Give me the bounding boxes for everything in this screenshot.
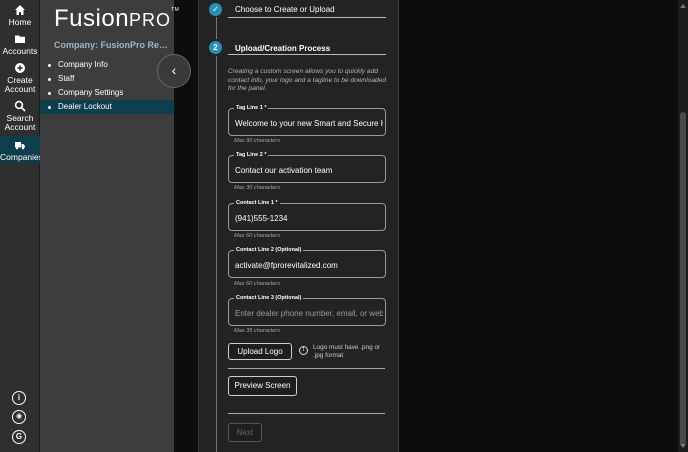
scroll-up-icon[interactable] [680,4,686,8]
rail-search-account[interactable]: Search Account [0,100,40,132]
rail-companies-label: Companies [0,152,43,162]
step-1-check-icon: ✓ [209,3,222,16]
step-2-connector [216,56,217,452]
menu-item-company-info[interactable]: Company Info [40,58,174,72]
rail-accounts[interactable]: Accounts [0,33,40,56]
contact-line-1-input[interactable] [235,212,383,224]
tag-line-1-field: Tag Line 1 * [228,104,386,136]
rail-create-account[interactable]: Create Account [0,62,40,94]
menu-item-staff[interactable]: Staff [40,72,174,86]
divider-lower [228,413,385,414]
tag-line-2-label: Tag Line 2 * [234,151,269,159]
divider-upper [228,368,385,369]
info-icon[interactable]: i [12,391,26,405]
tag-line-2-hint: Max 30 characters [234,185,281,191]
contact-line-3-label: Contact Line 3 (Optional) [234,294,304,302]
brand-name: Fusion [54,5,130,32]
info-circle-icon: ! [299,346,308,355]
megaphone-icon[interactable]: ◉ [12,410,26,424]
contact-line-2-label: Contact Line 2 (Optional) [234,246,304,254]
plus-circle-icon [15,63,25,73]
step-2-rule [228,54,386,55]
menu-item-dealer-lockout[interactable]: Dealer Lockout [40,100,174,114]
scroll-down-icon[interactable] [680,444,686,448]
search-icon [14,100,26,112]
brand-logo: FusionPROTM [54,5,179,33]
folder-icon [15,35,25,43]
step-2-number: 2 [209,41,222,54]
icon-rail: Home Accounts Create Account Search Acco… [0,0,43,452]
rail-accounts-label: Accounts [2,46,38,56]
chevron-left-icon: ‹ [171,62,177,78]
contact-line-2-hint: Max 60 characters [234,281,281,287]
tag-line-1-input[interactable] [235,117,383,129]
contact-line-1-label: Contact Line 1 * [234,199,280,207]
rail-companies[interactable]: Companies [0,136,43,163]
app-window: Home Accounts Create Account Search Acco… [0,0,688,452]
preview-screen-button[interactable]: Preview Screen [228,376,297,396]
upload-logo-button[interactable]: Upload Logo [228,343,292,360]
tag-line-1-hint: Max 90 characters [234,138,281,144]
step-1-rule [228,17,386,18]
tag-line-1-label: Tag Line 1 * [234,104,269,112]
company-sidebar: FusionPROTM Company: FusionPro Revitaliz… [40,0,179,452]
company-title: Company: FusionPro Revitalized [54,40,172,50]
contact-line-2-field: Contact Line 2 (Optional) [228,246,386,278]
rail-search-account-label: Search Account [4,113,36,132]
step-connector [216,17,217,39]
scroll-thumb[interactable] [680,112,686,446]
home-icon [15,5,25,15]
brand-suffix: PRO [129,10,172,30]
page-scrollbar[interactable] [678,0,688,452]
form-description: Creating a custom screen allows you to q… [228,68,386,92]
rail-home[interactable]: Home [0,4,40,27]
contact-line-3-hint: Max 35 characters [234,328,281,334]
rail-create-account-label: Create Account [4,75,36,94]
step-1-title: Choose to Create or Upload [235,5,335,14]
g-logo-icon[interactable]: G [12,430,26,444]
contact-line-1-field: Contact Line 1 * [228,199,386,231]
brand-tm: TM [171,7,180,13]
truck-icon [15,142,25,150]
step-2-title: Upload/Creation Process [235,44,331,53]
next-button[interactable]: Next [228,423,262,442]
contact-line-1-hint: Max 60 characters [234,233,281,239]
menu-item-company-settings[interactable]: Company Settings [40,86,174,100]
contact-line-3-input[interactable] [235,307,383,319]
contact-line-2-input[interactable] [235,259,383,271]
tag-line-2-input[interactable] [235,164,383,176]
logo-format-note: Logo must have .png or .jpg format [313,344,381,359]
tag-line-2-field: Tag Line 2 * [228,151,386,183]
company-menu: Company Info Staff Company Settings Deal… [40,58,174,114]
collapse-sidebar-button[interactable]: ‹ [157,54,191,88]
contact-line-3-field: Contact Line 3 (Optional) [228,294,386,326]
rail-home-label: Home [8,17,32,27]
